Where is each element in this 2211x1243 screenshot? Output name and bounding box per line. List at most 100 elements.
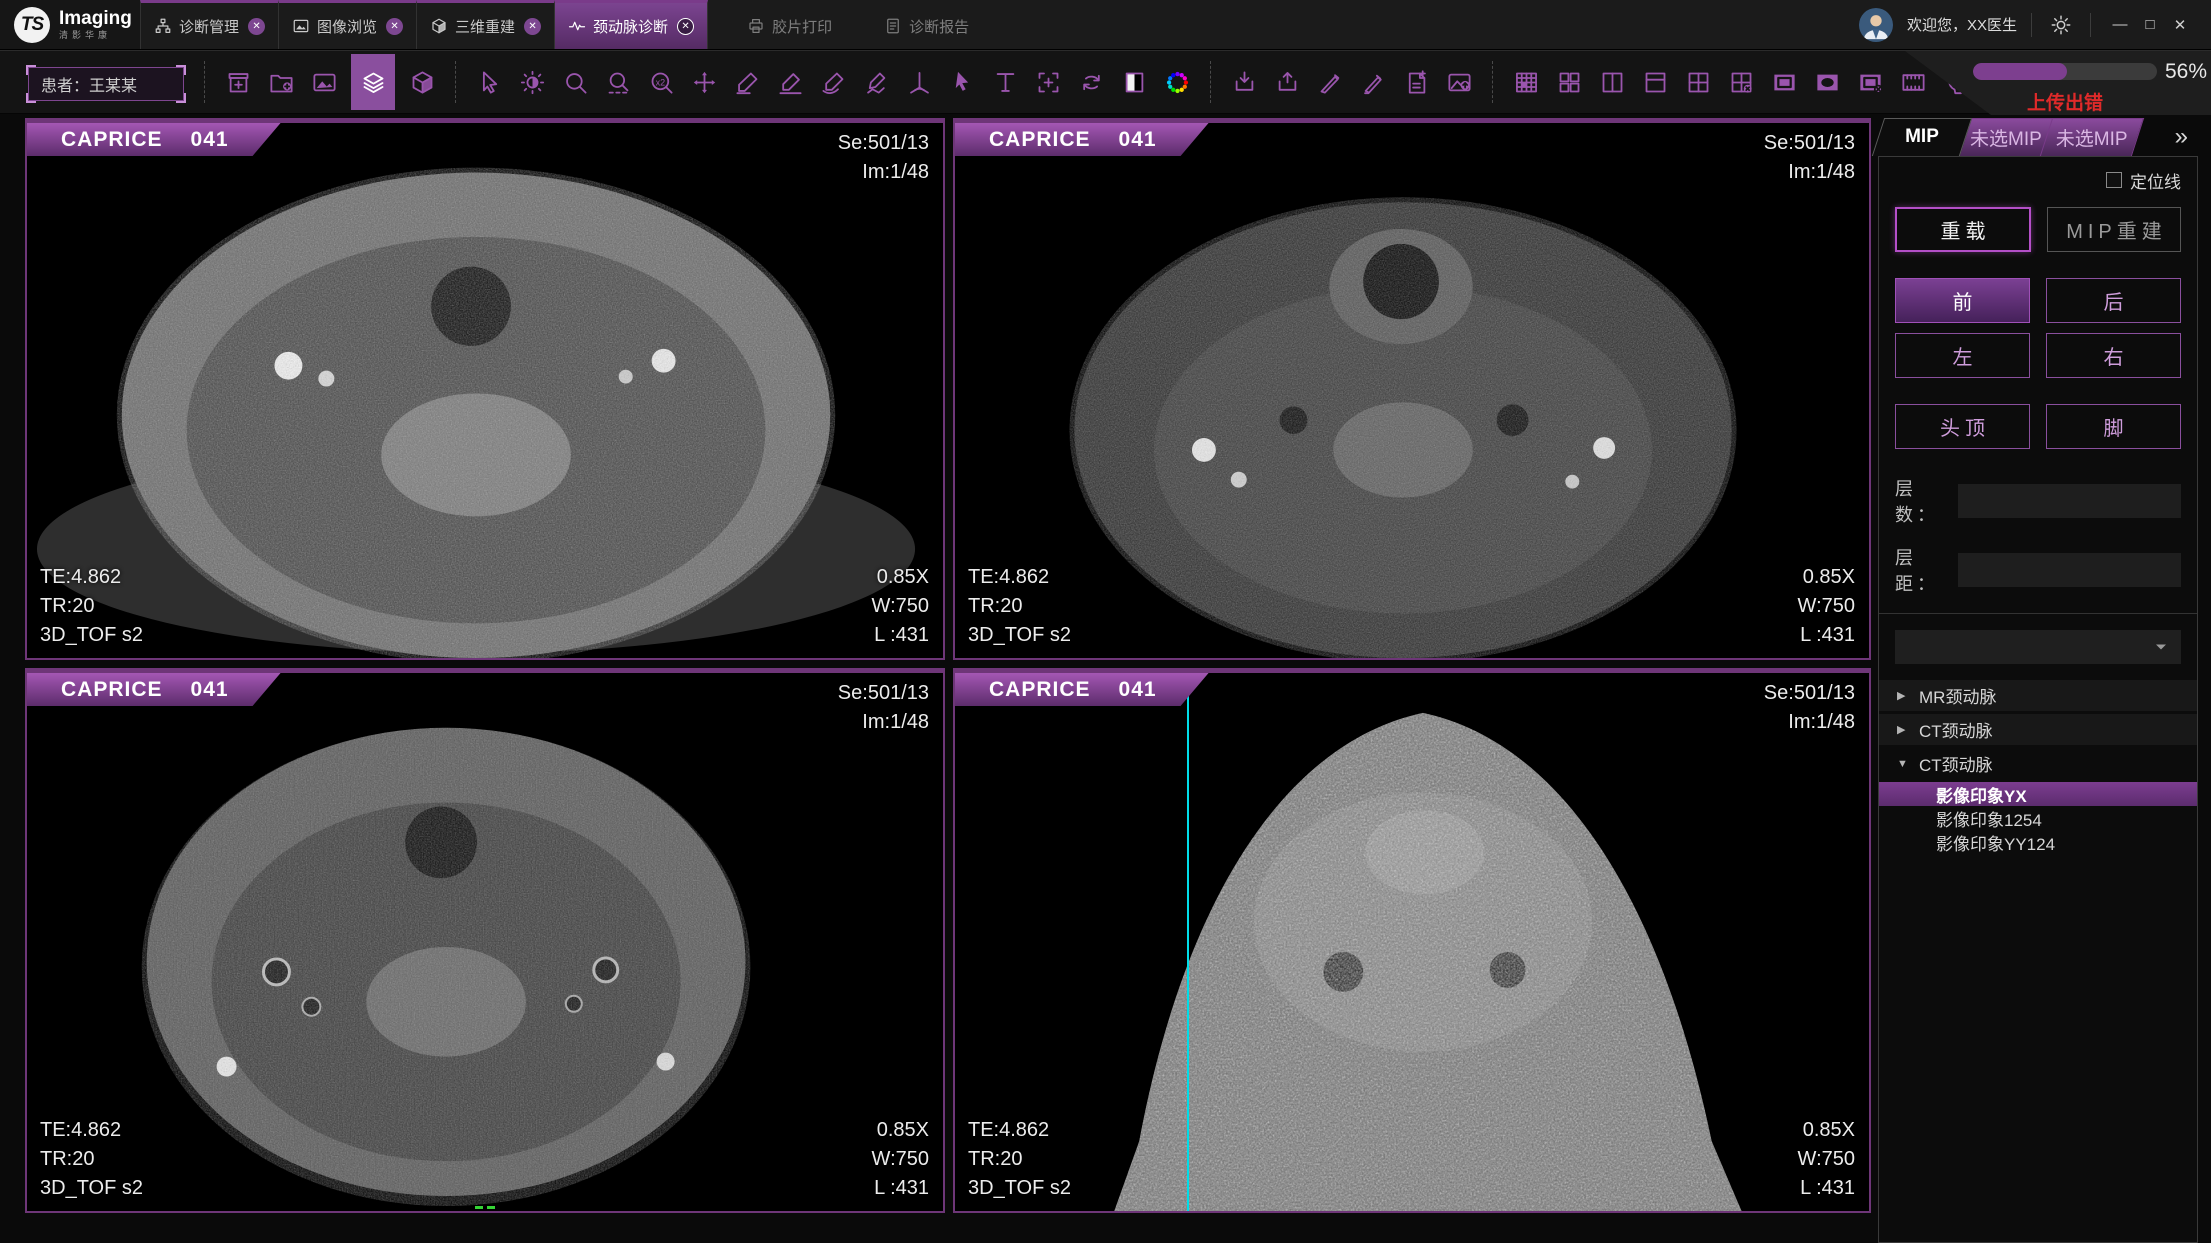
chevron-collapsed-icon[interactable]: ▶ [1897, 723, 1909, 736]
pointer-button[interactable] [946, 59, 978, 105]
localizer-checkbox-row: 定位线 [1895, 167, 2181, 193]
tab-close-icon[interactable]: ✕ [524, 18, 541, 35]
viewport-bottom-right[interactable]: CAPRICE 041 Se:501/13Im:1/48 TE:4.862TR:… [953, 668, 1871, 1213]
reload-button[interactable]: 重载 [1895, 207, 2031, 252]
view-tab-label: 诊断报告 [909, 16, 969, 37]
diagnosis-manage-icon [154, 17, 172, 35]
minimize-button[interactable]: — [2105, 10, 2135, 40]
archive-plus-button[interactable] [222, 59, 254, 105]
folder-plus-button[interactable] [265, 59, 297, 105]
viewport-top-left[interactable]: CAPRICE 041 Se:501/13Im:1/48 TE:4.862TR:… [25, 118, 945, 660]
tree-node-impression[interactable]: 影像印象YY124 [1879, 830, 2197, 854]
annotate-pen-button[interactable] [1314, 59, 1346, 105]
view-tab[interactable]: 图像浏览✕ [279, 0, 417, 49]
viewport-number: 041 [1119, 678, 1157, 702]
tree-node-impression[interactable]: 影像印象1254 [1879, 806, 2197, 830]
panel-tab-overflow-icon[interactable]: » [2175, 118, 2198, 156]
slice-count-input[interactable] [1958, 484, 2181, 518]
rotate-button[interactable] [1075, 59, 1107, 105]
preset-rect-button[interactable] [1768, 59, 1800, 105]
zoom-button[interactable] [559, 59, 591, 105]
invert-bw-button[interactable] [1118, 59, 1150, 105]
direction-back-button[interactable]: 后 [2046, 278, 2181, 323]
panel-body: 定位线 重载 MIP重建 前 后 左 右 头顶 脚 层数： [1878, 156, 2198, 1243]
upload-button[interactable] [1271, 59, 1303, 105]
panel-tab-mip[interactable]: 未选MIP [1960, 118, 2052, 156]
tree-node-series-group[interactable]: ▶MR颈动脉 [1879, 680, 2197, 711]
layout-split-h-icon [1642, 69, 1669, 96]
annotate-pen2-button[interactable] [1357, 59, 1389, 105]
panel-tab-mip[interactable]: 未选MIP [2046, 118, 2138, 156]
zoom-region-button[interactable] [602, 59, 634, 105]
tree-node-impression[interactable]: 影像印象YX [1879, 782, 2197, 806]
direction-front-button[interactable]: 前 [1895, 278, 2030, 323]
chevron-collapsed-icon[interactable]: ▶ [1897, 689, 1909, 702]
slice-gap-input[interactable] [1958, 553, 2181, 587]
measure-polygon-button[interactable] [860, 59, 892, 105]
layers-button[interactable] [351, 54, 395, 110]
viewport-bottom-left[interactable]: CAPRICE 041 Se:501/13Im:1/48 TE:4.862TR:… [25, 668, 945, 1213]
filmstrip-button[interactable] [1897, 59, 1929, 105]
measure-line-button[interactable] [731, 59, 763, 105]
view-tab[interactable]: 三维重建✕ [417, 0, 555, 49]
color-wheel-button[interactable] [1161, 59, 1193, 105]
tab-close-icon[interactable]: ✕ [386, 18, 403, 35]
tree-node-series-group[interactable]: ▶CT颈动脉 [1879, 714, 2197, 745]
layout-cross-button[interactable] [1682, 59, 1714, 105]
frame-plus-button[interactable] [1032, 59, 1064, 105]
localizer-checkbox[interactable] [2106, 172, 2122, 188]
photo-button[interactable] [308, 59, 340, 105]
pointer-icon [949, 69, 976, 96]
cube-3d-icon [430, 17, 448, 35]
direction-foot-button[interactable]: 脚 [2046, 404, 2181, 449]
tab-close-icon[interactable]: ✕ [677, 18, 694, 35]
zoom-icon [562, 69, 589, 96]
image-export-button[interactable] [1443, 59, 1475, 105]
download-button[interactable] [1228, 59, 1260, 105]
viewport-title: CAPRICE [61, 128, 163, 152]
upload-error-label: 上传出错 [1973, 88, 2157, 115]
annotate-pen-icon [1317, 69, 1344, 96]
tab-close-icon[interactable]: ✕ [248, 18, 265, 35]
user-avatar[interactable] [1859, 8, 1893, 42]
series-dropdown[interactable] [1895, 630, 2181, 664]
cube-3d-button[interactable] [406, 59, 438, 105]
view-tab[interactable]: 颈动脉诊断✕ [555, 0, 708, 49]
direction-right-button[interactable]: 右 [2046, 333, 2181, 378]
app-logo: TS Imaging 清影华康 [0, 0, 140, 49]
layout-split-v-button[interactable] [1596, 59, 1628, 105]
layout-close-button[interactable] [1725, 59, 1757, 105]
layout-split-v-icon [1599, 69, 1626, 96]
chevron-expanded-icon[interactable]: ▼ [1897, 758, 1909, 770]
layout-grid16-button[interactable] [1510, 59, 1542, 105]
text-annotation-button[interactable] [989, 59, 1021, 105]
measure-curve-button[interactable] [817, 59, 849, 105]
viewport-title-banner: CAPRICE 041 [27, 673, 281, 706]
cursor-button[interactable] [473, 59, 505, 105]
panel-tab-mip-active[interactable]: MIP [1878, 118, 1966, 156]
pan-button[interactable] [688, 59, 720, 105]
tree-node-series-group[interactable]: ▼CT颈动脉 [1879, 748, 2197, 779]
settings-button[interactable] [2046, 10, 2076, 40]
layout-split-h-button[interactable] [1639, 59, 1671, 105]
layout-grid4-button[interactable] [1553, 59, 1585, 105]
direction-head-button[interactable]: 头顶 [1895, 404, 2030, 449]
maximize-button[interactable]: □ [2135, 10, 2165, 40]
view-tab[interactable]: 诊断管理✕ [140, 0, 279, 49]
report-add-button[interactable] [1400, 59, 1432, 105]
patient-name-field[interactable]: 患者：王某某 [28, 67, 184, 101]
mip-rebuild-button[interactable]: MIP重建 [2047, 207, 2181, 252]
viewport-top-right[interactable]: CAPRICE 041 Se:501/13Im:1/48 TE:4.862TR:… [953, 118, 1871, 660]
zoom-2x-button[interactable]: x2 [645, 59, 677, 105]
localizer-line[interactable] [1187, 673, 1189, 1211]
mri-image [955, 123, 1869, 658]
sequence-info: TE:4.862TR:203D_TOF s2 [968, 563, 1071, 650]
direction-left-button[interactable]: 左 [1895, 333, 2030, 378]
measure-angle-button[interactable] [774, 59, 806, 105]
brightness-contrast-button[interactable] [516, 59, 548, 105]
close-button[interactable]: ✕ [2165, 10, 2195, 40]
viewport-number: 041 [1119, 128, 1157, 152]
preset-ellipse-button[interactable] [1811, 59, 1843, 105]
preset-rect-close-button[interactable] [1854, 59, 1886, 105]
measure-protractor-button[interactable] [903, 59, 935, 105]
